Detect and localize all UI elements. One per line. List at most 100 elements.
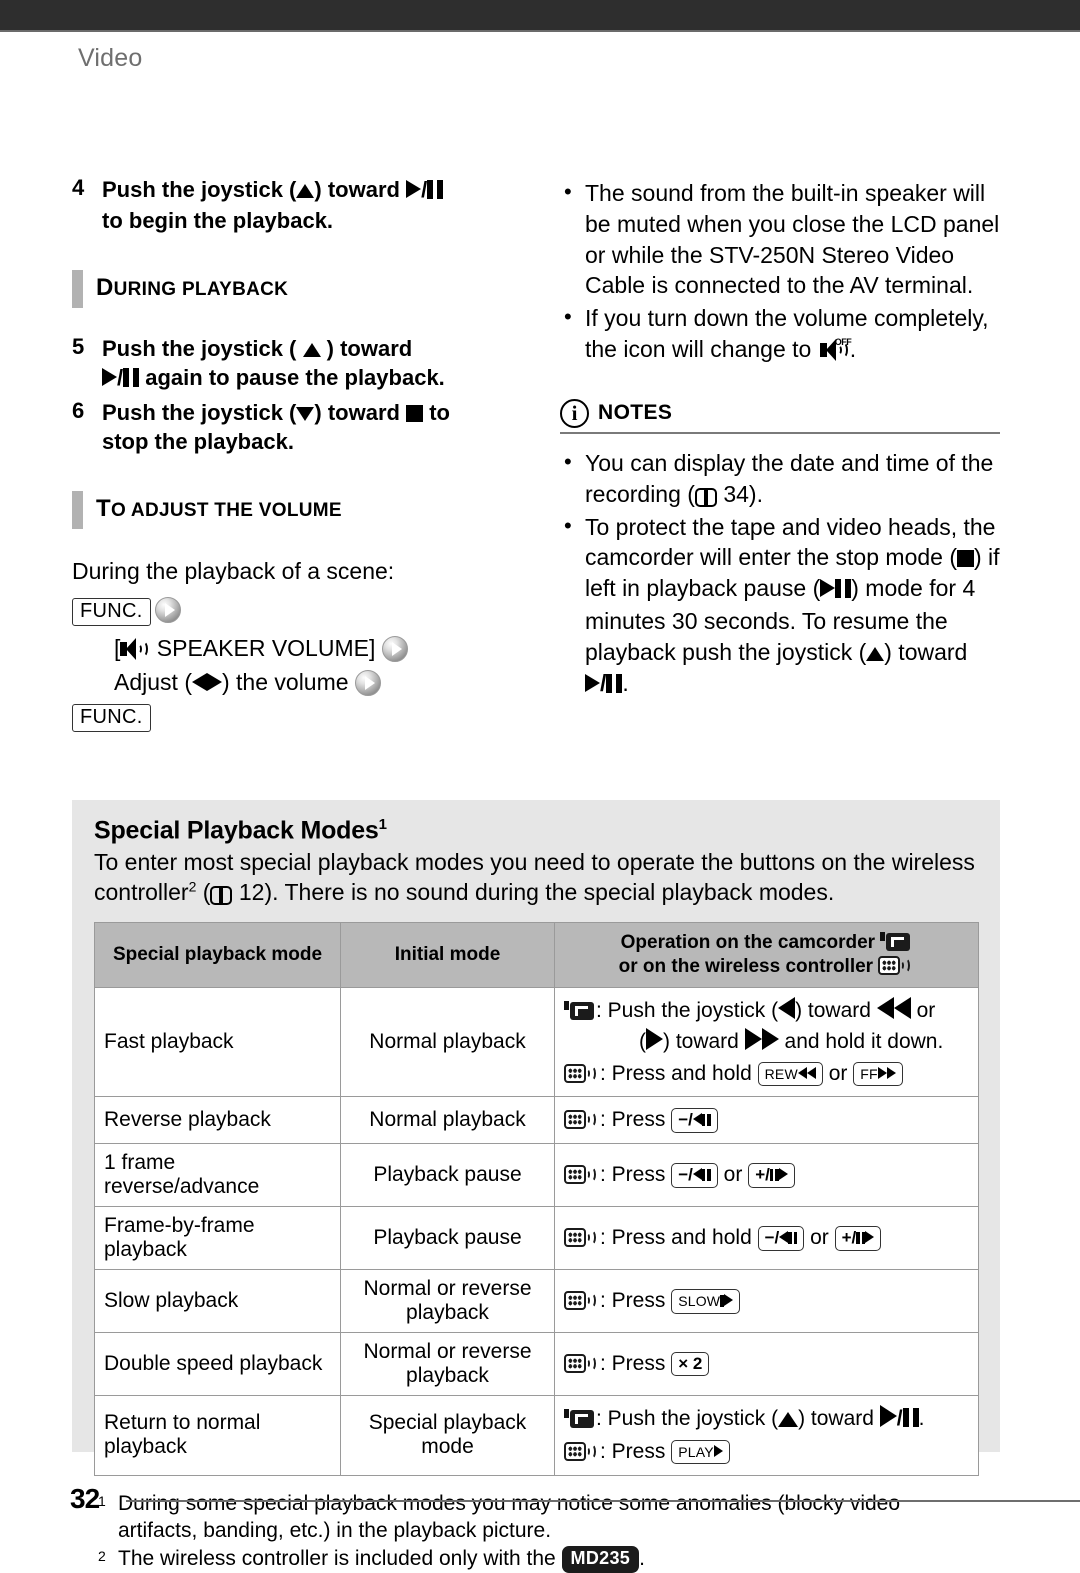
notes-divider [560,431,1000,434]
row-mode: Frame-by-frame playback [94,1205,341,1270]
note-date-time: You can display the date and time of the… [560,447,1000,510]
op-text: : Press [600,1108,672,1132]
special-playback-intro-footnote-marker: 2 [188,878,197,895]
notes-list: You can display the date and time of the… [560,447,1000,701]
step-5-line1-b: ) toward [326,335,413,361]
wireless-controller-icon [564,1290,598,1311]
footnote-1: 1 During some special playback modes you… [98,1490,974,1545]
row-operation: : Push the joystick () toward or () towa… [554,986,979,1098]
section-accent-bar [72,490,83,529]
table-row: Reverse playback Normal playback : Press… [94,1096,979,1144]
next-step-arrow-icon [354,669,381,696]
advance-slow-button[interactable]: +/ [834,1225,882,1252]
table-header-operation-line2: or on the wireless controller [618,955,874,977]
page-reference-icon [694,487,717,507]
note-stop-mode: To protect the tape and video heads, the… [560,511,1000,701]
op-text: : Push the joystick ( [596,998,779,1022]
op-text: : Press [600,1288,672,1312]
footnote-1-text: During some special playback modes you m… [118,1491,901,1542]
row-operation: : Push the joystick () toward /. : Press… [554,1394,979,1476]
step-4-line2: to begin the playback. [102,208,334,234]
camcorder-icon [564,1000,594,1021]
op-joiner: or [822,1061,854,1085]
reverse-slow-button[interactable]: −/ [757,1225,805,1252]
func-button[interactable]: FUNC. [72,597,151,626]
right-bullet-list: The sound from the built-in speaker will… [560,177,1000,365]
wireless-controller-icon [564,1164,598,1185]
speaker-volume-menu-item[interactable]: [ SPEAKER VOLUME] [72,632,532,664]
footnotes: 1 During some special playback modes you… [94,1490,978,1573]
note-stop-mode-d: ) toward [884,638,968,665]
top-band-edge [0,30,1080,32]
section-heading-to-adjust-the-volume: TO ADJUST THE VOLUME [72,490,532,529]
page-reference-icon [210,885,233,905]
footer-rule [126,1500,1080,1502]
camcorder-icon [564,1408,594,1429]
op-text: : Press and hold [600,1061,758,1085]
step-6-line2: stop the playback. [102,429,294,455]
step-6: 6 Push the joystick () toward to stop the… [72,398,532,457]
footnote-2-text-b: . [639,1547,645,1571]
joystick-up-icon [302,342,321,357]
advance-slow-button[interactable]: +/ [748,1162,795,1189]
reverse-slow-button[interactable]: −/ [671,1162,718,1189]
joystick-right-icon [206,672,222,691]
rew-button[interactable]: REW [757,1061,823,1086]
section-heading-rest: URING PLAYBACK [113,278,289,300]
row-initial: Normal playback [340,986,555,1098]
right-column: The sound from the built-in speaker will… [560,177,1000,702]
stop-icon [406,405,424,422]
reverse-slow-button[interactable]: −/ [671,1108,718,1134]
op-text: : Press [600,1351,672,1375]
rewind-icon [876,996,894,1019]
table-row: Slow playback Normal or reverse playback… [94,1268,979,1333]
step-5-line2: again to pause the playback. [145,364,445,390]
step-6-number: 6 [72,398,85,423]
notes-heading: i NOTES [560,398,1000,428]
row-mode: Slow playback [94,1268,341,1333]
section-heading-initial: T [96,494,111,522]
row-mode: Double speed playback [94,1331,341,1396]
step-4-text: Push the joystick () toward / to begin th… [102,175,444,236]
step-6-line1-b: ) toward [314,400,407,425]
double-speed-button[interactable]: × 2 [671,1351,710,1377]
joystick-up-icon [866,646,885,661]
camcorder-icon [880,932,911,952]
step-4: 4 Push the joystick () toward / to begin … [72,175,532,236]
row-mode: Reverse playback [94,1096,341,1144]
ff-button[interactable]: FF [853,1061,903,1086]
op-joiner: or [804,1225,835,1249]
row-operation: : Press × 2 [554,1331,979,1396]
row-initial: Normal playback [340,1096,555,1144]
section-heading-rest: O ADJUST THE VOLUME [110,499,342,521]
play-icon [102,367,117,386]
rewind-icon [893,996,911,1019]
wireless-controller-icon [564,1353,598,1374]
table-row: Double speed playback Normal or reverse … [94,1331,979,1396]
table-header-row: Special playback mode Initial mode Opera… [94,922,979,988]
fast-forward-icon [761,1028,779,1051]
play-button[interactable]: PLAY [671,1440,730,1465]
note-date-time-text-a: You can display the date and time of the… [585,449,994,507]
footnote-2-text: The wireless controller is included only… [118,1545,645,1573]
note-date-time-text-b: ). [748,480,763,507]
slow-button[interactable]: SLOW [671,1288,740,1315]
special-playback-intro: To enter most special playback modes you… [94,849,975,905]
pause-icon [606,670,623,701]
special-playback-panel: Special Playback Modes1 To enter most sp… [72,800,1000,1573]
md235-model-badge: MD235 [561,1546,640,1573]
page-number: 32 [70,1483,100,1514]
wireless-controller-icon [878,955,912,976]
next-step-arrow-icon [381,635,408,662]
bullet-volume-icon-change: If you turn down the volume completely, … [560,302,1000,365]
step-4-line1-a: Push the joystick ( [102,177,297,202]
footnote-2-marker: 2 [98,1548,106,1565]
special-playback-title-footnote-marker: 1 [378,816,387,833]
table-header-operation-line1: Operation on the camcorder [620,932,876,954]
func-button-close[interactable]: FUNC. [72,704,151,733]
footnote-2: 2 The wireless controller is included on… [98,1545,974,1573]
table-header-operation: Operation on the camcorder or on the wir… [554,922,979,988]
play-icon [585,673,600,692]
play-icon [820,579,836,598]
op-text: and hold it down. [778,1030,944,1054]
